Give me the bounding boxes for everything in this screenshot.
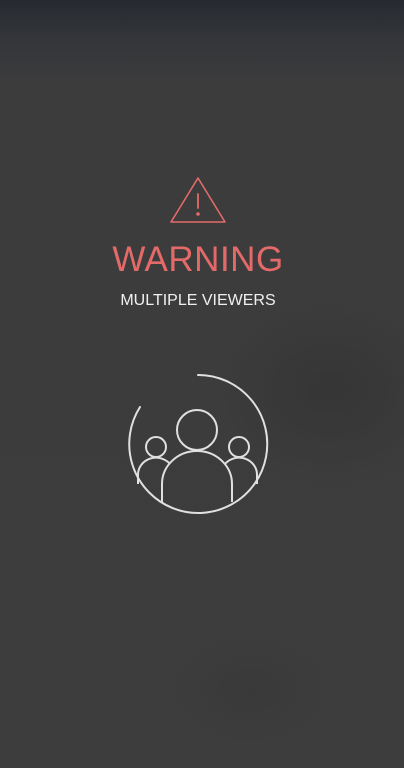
multiple-viewers-warning-screen: WARNING MULTIPLE VIEWERS (0, 0, 404, 768)
multiple-people-icon (128, 373, 269, 514)
warning-title: WARNING (112, 240, 284, 279)
warning-subtitle: MULTIPLE VIEWERS (120, 292, 276, 309)
warning-triangle-icon (170, 177, 226, 223)
